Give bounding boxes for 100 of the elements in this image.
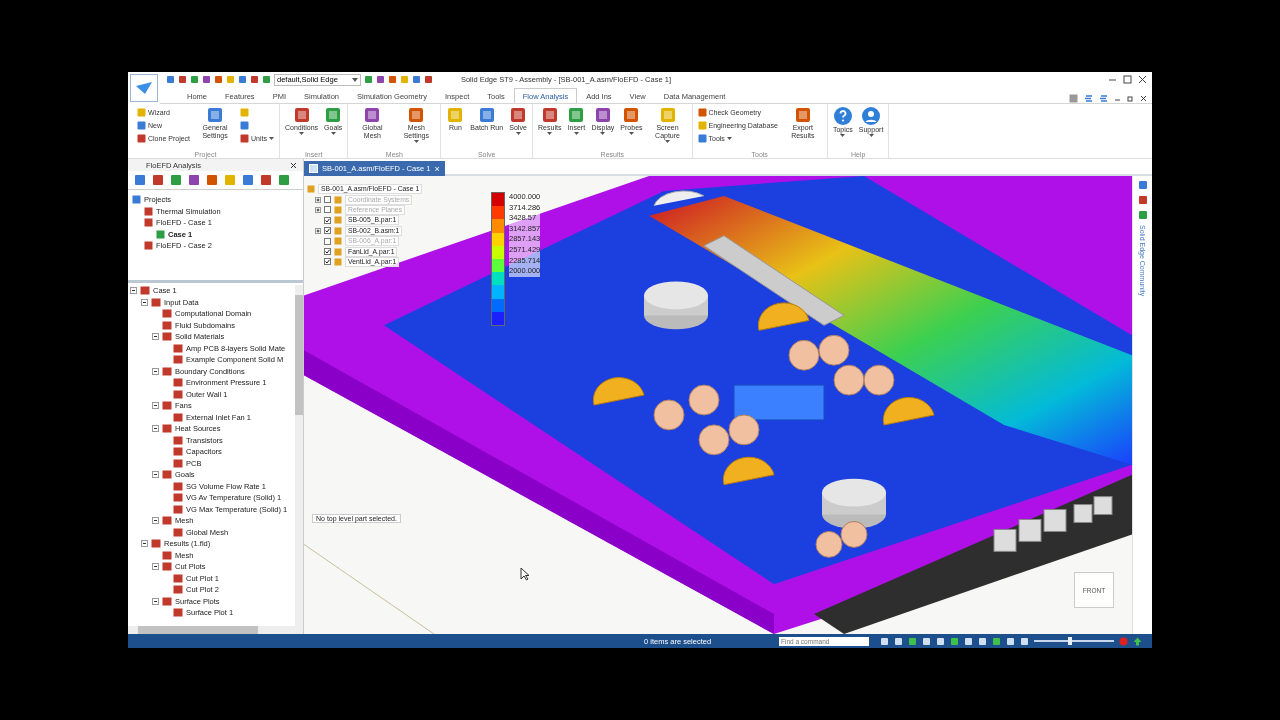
assembly-icon bbox=[307, 185, 315, 194]
collapse-icon[interactable] bbox=[130, 287, 137, 295]
caret-icon bbox=[515, 132, 521, 135]
tree-node-icon bbox=[173, 481, 183, 491]
tree-node-icon bbox=[162, 309, 172, 319]
close-icon[interactable] bbox=[290, 161, 297, 169]
tree-node-icon bbox=[156, 229, 165, 239]
close-icon[interactable] bbox=[1138, 75, 1147, 85]
tool-icon bbox=[793, 106, 812, 124]
collapse-icon[interactable] bbox=[141, 298, 148, 306]
layout-icon[interactable] bbox=[1084, 94, 1093, 103]
tool-icon bbox=[292, 106, 311, 124]
tree-node-icon bbox=[173, 527, 183, 537]
tool-icon bbox=[567, 106, 586, 124]
tree-node-icon bbox=[162, 516, 172, 526]
caret-icon bbox=[628, 132, 634, 135]
tree-node-icon bbox=[144, 206, 153, 216]
tool-icon bbox=[509, 106, 528, 124]
collapse-icon[interactable] bbox=[152, 402, 159, 410]
collapse-icon[interactable] bbox=[152, 563, 159, 571]
tree-node-icon bbox=[140, 286, 150, 296]
layout-icon[interactable] bbox=[1099, 94, 1108, 103]
maximize-icon[interactable] bbox=[1123, 75, 1132, 85]
tool-icon bbox=[407, 106, 426, 124]
tree-node-icon bbox=[162, 470, 172, 480]
collapse-icon[interactable] bbox=[152, 597, 159, 605]
caret-icon bbox=[726, 136, 732, 140]
caret-icon bbox=[269, 136, 274, 140]
expand-icon[interactable] bbox=[315, 227, 321, 234]
close-icon[interactable] bbox=[1140, 95, 1147, 102]
toolbar-icon[interactable] bbox=[242, 174, 254, 186]
tree-node-icon bbox=[162, 424, 172, 434]
tree-node-icon bbox=[173, 504, 183, 514]
tree-node-icon bbox=[173, 447, 183, 457]
tree-node-icon bbox=[173, 585, 183, 595]
collapse-icon[interactable] bbox=[152, 471, 159, 479]
tree-node-icon bbox=[173, 435, 183, 445]
restore-icon[interactable] bbox=[1127, 95, 1134, 102]
collapse-icon[interactable] bbox=[141, 540, 148, 548]
tree-node-icon bbox=[162, 550, 172, 560]
caret-icon bbox=[573, 132, 579, 135]
toolbar-icon[interactable] bbox=[170, 174, 182, 186]
tree-node-icon bbox=[162, 596, 172, 606]
collapse-icon[interactable] bbox=[152, 425, 159, 433]
toolbar-icon[interactable] bbox=[134, 174, 146, 186]
application-button[interactable] bbox=[130, 74, 158, 102]
collapse-icon[interactable] bbox=[152, 517, 159, 525]
checkbox[interactable] bbox=[324, 227, 331, 235]
tool-icon bbox=[477, 106, 496, 124]
tool-icon bbox=[658, 106, 677, 124]
tree-node-icon bbox=[173, 412, 183, 422]
caret-icon bbox=[547, 132, 553, 135]
caret-icon bbox=[840, 134, 846, 137]
tree-node-icon bbox=[144, 218, 153, 228]
tree-node-icon bbox=[144, 241, 153, 251]
dock-icon[interactable] bbox=[1137, 180, 1148, 190]
dock-icon[interactable] bbox=[1137, 195, 1148, 205]
toolbar-icon[interactable] bbox=[188, 174, 200, 186]
tree-node-icon bbox=[173, 378, 183, 388]
caret-icon bbox=[868, 134, 874, 137]
tree-node-icon bbox=[173, 389, 183, 399]
help-icon bbox=[832, 106, 853, 126]
tree-node-icon bbox=[173, 343, 183, 353]
tree-node-icon bbox=[162, 332, 172, 342]
tool-icon bbox=[593, 106, 612, 124]
checkbox[interactable] bbox=[324, 258, 331, 266]
caret-icon bbox=[413, 140, 419, 143]
scrollbar[interactable] bbox=[295, 285, 303, 626]
collapse-icon[interactable] bbox=[152, 367, 159, 375]
tree-node-icon bbox=[173, 458, 183, 468]
tree-node-icon bbox=[173, 493, 183, 503]
tree-node-icon bbox=[173, 355, 183, 365]
dock-icon[interactable] bbox=[1137, 210, 1148, 220]
caret-icon bbox=[600, 132, 606, 135]
toolbar-icon[interactable] bbox=[278, 174, 290, 186]
user-icon bbox=[861, 106, 882, 126]
caret-icon[interactable] bbox=[351, 77, 358, 82]
tree-node-icon bbox=[132, 195, 141, 205]
up-arrow-icon[interactable] bbox=[1133, 636, 1142, 646]
caret-icon bbox=[330, 132, 336, 135]
toolbar-icon[interactable] bbox=[260, 174, 272, 186]
toolbar-icon[interactable] bbox=[152, 174, 164, 186]
scrollbar[interactable] bbox=[128, 626, 303, 634]
toolbar-icon[interactable] bbox=[206, 174, 218, 186]
tree-node-icon bbox=[151, 297, 161, 307]
tool-icon bbox=[206, 106, 225, 124]
tool-icon bbox=[446, 106, 465, 124]
tree-node-icon bbox=[162, 562, 172, 572]
document-icon bbox=[309, 164, 318, 173]
collapse-icon[interactable] bbox=[152, 333, 159, 341]
checkbox[interactable] bbox=[324, 237, 331, 245]
tool-icon bbox=[540, 106, 559, 124]
expand-icon[interactable] bbox=[315, 206, 321, 213]
tree-node-icon bbox=[162, 401, 172, 411]
checkbox[interactable] bbox=[324, 248, 331, 256]
checkbox[interactable] bbox=[324, 196, 331, 204]
expand-icon[interactable] bbox=[315, 196, 321, 203]
checkbox[interactable] bbox=[324, 206, 331, 214]
tree-node-icon bbox=[162, 366, 172, 376]
checkbox[interactable] bbox=[324, 216, 331, 224]
